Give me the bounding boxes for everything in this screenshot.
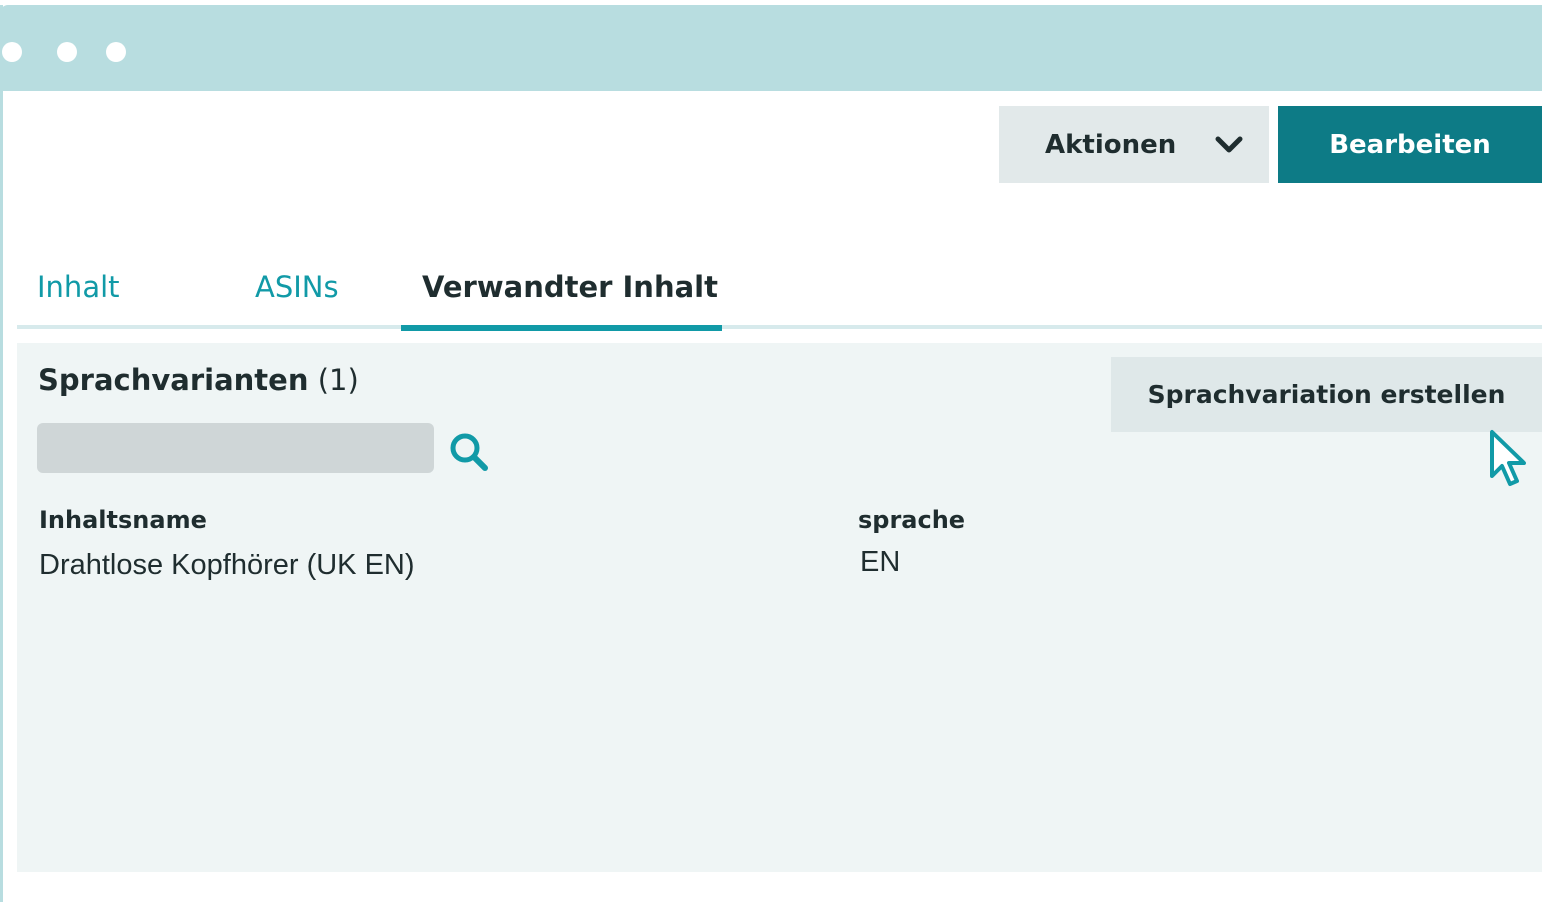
tab-asins[interactable]: ASINs xyxy=(255,270,339,304)
table-cell-content-name[interactable]: Drahtlose Kopfhörer (UK EN) xyxy=(39,549,415,582)
search-icon[interactable] xyxy=(447,430,493,474)
window-close-dot[interactable] xyxy=(2,42,22,62)
tab-divider xyxy=(17,325,1542,329)
chevron-down-icon xyxy=(1215,136,1243,153)
tab-bar: Inhalt ASINs Verwandter Inhalt xyxy=(17,262,1542,332)
window-titlebar xyxy=(0,5,1542,91)
window-minimize-dot[interactable] xyxy=(57,42,77,62)
column-header-content-name[interactable]: Inhaltsname xyxy=(39,506,207,534)
column-header-language[interactable]: sprache xyxy=(858,506,965,534)
edit-label: Bearbeiten xyxy=(1329,129,1491,160)
section-count: (1) xyxy=(317,363,359,397)
language-variants-panel: Sprachvarianten (1) Sprachvariation erst… xyxy=(17,343,1542,872)
create-language-variation-button[interactable]: Sprachvariation erstellen xyxy=(1111,357,1542,432)
edit-button[interactable]: Bearbeiten xyxy=(1278,106,1542,183)
window-zoom-dot[interactable] xyxy=(106,42,126,62)
active-tab-indicator xyxy=(401,325,722,331)
actions-dropdown-button[interactable]: Aktionen xyxy=(999,106,1269,183)
section-title-text: Sprachvarianten xyxy=(38,363,309,397)
tab-verwandter-inhalt[interactable]: Verwandter Inhalt xyxy=(422,270,718,304)
tab-inhalt[interactable]: Inhalt xyxy=(37,270,120,304)
actions-label: Aktionen xyxy=(1045,129,1177,160)
mouse-pointer-icon xyxy=(1490,430,1526,486)
table-cell-language: EN xyxy=(860,546,901,578)
section-title: Sprachvarianten (1) xyxy=(38,363,359,397)
create-language-variation-label: Sprachvariation erstellen xyxy=(1147,380,1506,409)
search-input[interactable] xyxy=(37,423,434,473)
